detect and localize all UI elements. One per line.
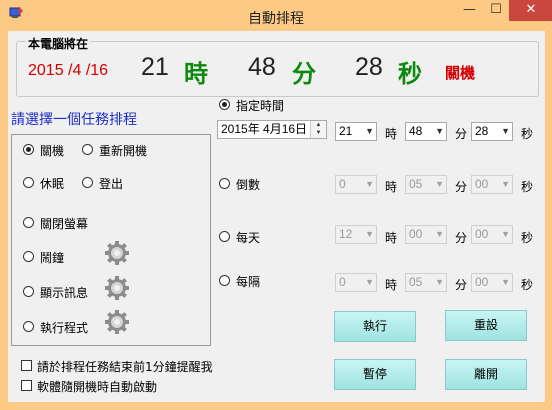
specific-second-unit: 秒 <box>521 127 534 141</box>
chevron-down-icon: ▼ <box>365 126 374 136</box>
mode-interval-radio[interactable] <box>219 275 230 286</box>
app-window: 自動排程 — ☐ ✕ 本電腦將在 2015 /4 /16 21 時 48 分 2… <box>0 0 552 410</box>
date-picker[interactable]: 2015年 4月16日 ▲ ▼ <box>217 120 327 139</box>
clock-minute-unit: 分 <box>292 60 316 88</box>
task-alarm-label[interactable]: 鬧鐘 <box>40 249 64 266</box>
task-hibernate-label[interactable]: 休眠 <box>40 175 64 192</box>
countdown-minute-select[interactable]: 05 ▼ <box>405 175 447 194</box>
clock-second: 28 <box>355 53 383 81</box>
specific-hour-unit: 時 <box>385 127 398 141</box>
chevron-down-icon: ▼ <box>501 277 510 287</box>
mode-daily-label[interactable]: 每天 <box>236 229 260 246</box>
autostart-label[interactable]: 軟體隨開機時自動啟動 <box>37 378 157 395</box>
client-area: 本電腦將在 2015 /4 /16 21 時 48 分 28 秒 關機 請選擇一… <box>8 31 545 402</box>
task-restart-radio[interactable] <box>82 144 93 155</box>
chevron-down-icon: ▼ <box>501 229 510 239</box>
chevron-down-icon: ▼ <box>365 277 374 287</box>
task-logout-label[interactable]: 登出 <box>99 175 123 192</box>
task-restart-label[interactable]: 重新開機 <box>99 142 147 159</box>
daily-hour-unit: 時 <box>385 231 398 245</box>
mode-interval-label[interactable]: 每隔 <box>236 273 260 290</box>
chevron-down-icon: ▼ <box>501 126 510 136</box>
chevron-down-icon: ▼ <box>501 179 510 189</box>
mode-daily-radio[interactable] <box>219 231 230 242</box>
specific-hour-select[interactable]: 21 ▼ <box>335 122 377 141</box>
task-screen-off-radio[interactable] <box>23 217 34 228</box>
clock-action: 關機 <box>445 64 476 82</box>
mode-countdown-label[interactable]: 倒數 <box>236 176 260 193</box>
countdown-hour-select[interactable]: 0 ▼ <box>335 175 377 194</box>
reset-button[interactable]: 重設 <box>445 310 527 341</box>
task-show-message-radio[interactable] <box>23 286 34 297</box>
clock-date: 2015 /4 /16 <box>28 62 109 79</box>
reminder-label[interactable]: 請於排程任務結束前1分鐘提醒我 <box>37 358 213 375</box>
task-shutdown-label[interactable]: 關機 <box>40 142 64 159</box>
task-run-program-radio[interactable] <box>23 321 34 332</box>
clock-hour: 21 <box>141 53 169 81</box>
interval-minute-select[interactable]: 05 ▼ <box>405 273 447 292</box>
task-hibernate-radio[interactable] <box>23 177 34 188</box>
daily-minute-unit: 分 <box>455 231 468 245</box>
program-settings-gear-icon[interactable] <box>104 309 130 335</box>
alarm-settings-gear-icon[interactable] <box>104 240 130 266</box>
maximize-button[interactable]: ☐ <box>483 0 509 21</box>
task-run-program-label[interactable]: 執行程式 <box>40 319 88 336</box>
specific-minute-select[interactable]: 48 ▼ <box>405 122 447 141</box>
chevron-down-icon: ▼ <box>435 179 444 189</box>
task-alarm-radio[interactable] <box>23 251 34 262</box>
chevron-down-icon: ▼ <box>365 179 374 189</box>
daily-second-select[interactable]: 00 ▼ <box>471 225 513 244</box>
interval-hour-unit: 時 <box>385 278 398 292</box>
specific-second-select[interactable]: 28 ▼ <box>471 122 513 141</box>
clock-label: 本電腦將在 <box>26 35 91 52</box>
message-settings-gear-icon[interactable] <box>104 275 130 301</box>
interval-minute-unit: 分 <box>455 278 468 292</box>
interval-hour-select[interactable]: 0 ▼ <box>335 273 377 292</box>
date-spin-icon[interactable]: ▲ ▼ <box>310 121 326 138</box>
task-shutdown-radio[interactable] <box>23 144 34 155</box>
exit-button[interactable]: 離開 <box>445 359 527 390</box>
task-show-message-label[interactable]: 顯示訊息 <box>40 284 88 301</box>
interval-second-select[interactable]: 00 ▼ <box>471 273 513 292</box>
interval-second-unit: 秒 <box>521 278 534 292</box>
daily-hour-select[interactable]: 12 ▼ <box>335 225 377 244</box>
chevron-down-icon: ▼ <box>435 229 444 239</box>
mode-countdown-radio[interactable] <box>219 178 230 189</box>
task-section-title: 請選擇一個任務排程 <box>11 112 137 128</box>
pause-button[interactable]: 暫停 <box>334 359 416 390</box>
autostart-checkbox[interactable] <box>21 380 32 391</box>
clock-second-unit: 秒 <box>398 60 422 88</box>
task-logout-radio[interactable] <box>82 177 93 188</box>
chevron-down-icon: ▼ <box>365 229 374 239</box>
reminder-checkbox[interactable] <box>21 360 32 371</box>
clock-minute: 48 <box>248 53 276 81</box>
mode-specific-time-radio[interactable] <box>219 99 230 110</box>
daily-second-unit: 秒 <box>521 231 534 245</box>
execute-button[interactable]: 執行 <box>334 311 416 342</box>
specific-minute-unit: 分 <box>455 127 468 141</box>
mode-specific-time-label[interactable]: 指定時間 <box>236 97 284 114</box>
title-bar[interactable]: 自動排程 — ☐ ✕ <box>0 0 552 30</box>
countdown-second-unit: 秒 <box>521 180 534 194</box>
date-picker-value: 2015年 4月16日 <box>221 122 308 136</box>
daily-minute-select[interactable]: 00 ▼ <box>405 225 447 244</box>
countdown-hour-unit: 時 <box>385 180 398 194</box>
close-button[interactable]: ✕ <box>509 0 552 21</box>
countdown-second-select[interactable]: 00 ▼ <box>471 175 513 194</box>
chevron-down-icon: ▼ <box>435 126 444 136</box>
minimize-button[interactable]: — <box>456 0 483 21</box>
task-screen-off-label[interactable]: 關閉螢幕 <box>40 215 88 232</box>
countdown-minute-unit: 分 <box>455 180 468 194</box>
clock-hour-unit: 時 <box>184 60 208 88</box>
chevron-down-icon: ▼ <box>435 277 444 287</box>
